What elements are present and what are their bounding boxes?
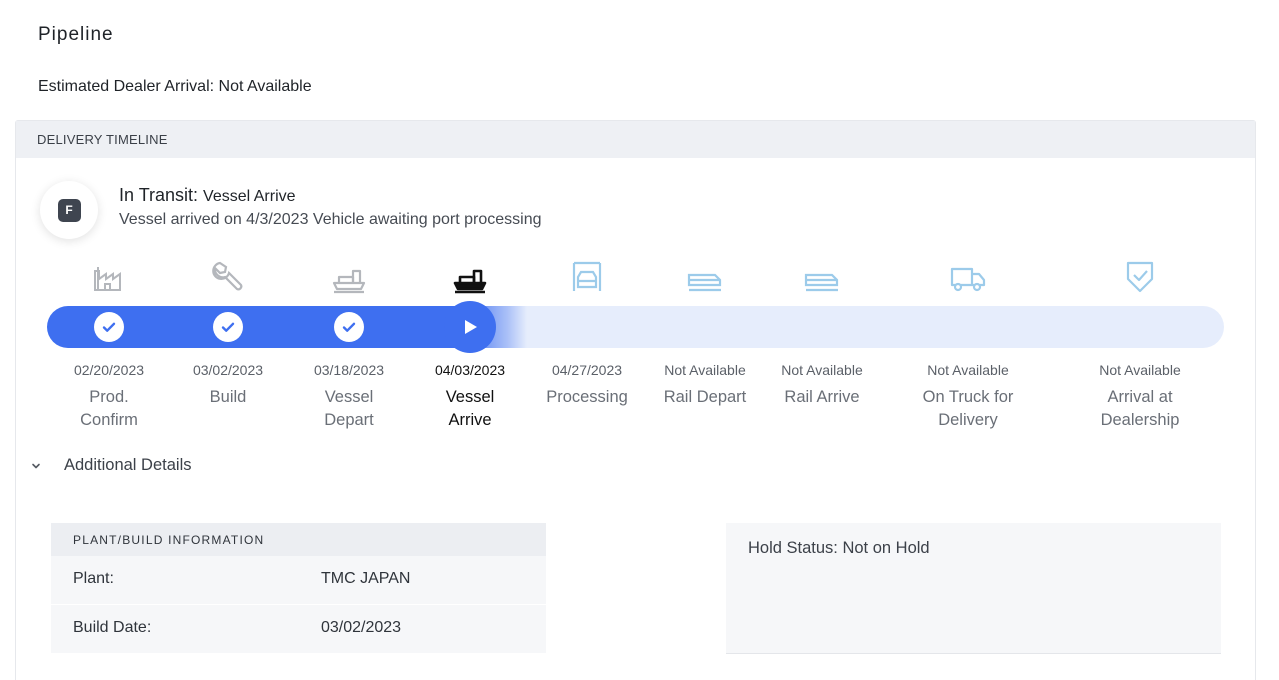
- step-prod-confirm: 02/20/2023 Prod. Confirm: [44, 362, 174, 432]
- plant-build-info-panel: PLANT/BUILD INFORMATION Plant: TMC JAPAN…: [51, 523, 546, 654]
- delivery-timeline-card: DELIVERY TIMELINE F In Transit: Vessel A…: [15, 120, 1256, 680]
- estimated-arrival: Estimated Dealer Arrival: Not Available: [38, 78, 312, 95]
- plant-key: Plant:: [73, 570, 114, 587]
- step-arrival-dealership: Not Available Arrival at Dealership: [1075, 362, 1205, 432]
- check-icon: [102, 322, 116, 332]
- step-vessel-depart: 03/18/2023 Vessel Depart: [284, 362, 414, 432]
- badge-letter: F: [57, 198, 81, 222]
- step-build: 03/02/2023 Build: [163, 362, 293, 409]
- step-complete-marker: [334, 312, 364, 342]
- hold-status-panel: Hold Status: Not on Hold: [726, 523, 1221, 654]
- ship-icon: [329, 259, 369, 295]
- play-icon: [465, 320, 477, 334]
- step-date: 04/27/2023: [551, 362, 623, 378]
- status-badge: F: [40, 181, 98, 239]
- step-rail-arrive: Not Available Rail Arrive: [757, 362, 887, 409]
- ship-icon: [450, 259, 490, 295]
- step-date: 03/02/2023: [192, 362, 264, 378]
- step-date: Not Available: [664, 362, 746, 378]
- step-date: Not Available: [781, 362, 863, 378]
- additional-details-toggle[interactable]: Additional Details: [30, 456, 192, 475]
- status-label: In Transit:: [119, 185, 199, 205]
- plant-row: Plant: TMC JAPAN: [51, 556, 546, 605]
- step-icons-row: [16, 259, 1255, 299]
- page-title: Pipeline: [38, 24, 114, 45]
- step-rail-depart: Not Available Rail Depart: [640, 362, 770, 409]
- wrench-icon: [208, 259, 248, 295]
- step-name: On Truck for Delivery: [922, 388, 1014, 429]
- status-description: Vessel arrived on 4/3/2023 Vehicle await…: [119, 211, 542, 228]
- step-on-truck: Not Available On Truck for Delivery: [903, 362, 1033, 432]
- build-date-row: Build Date: 03/02/2023: [51, 605, 546, 654]
- delivery-timeline-header: DELIVERY TIMELINE: [16, 121, 1255, 158]
- step-date: 03/18/2023: [313, 362, 385, 378]
- step-name: Build: [209, 388, 247, 406]
- factory-icon: [89, 259, 129, 295]
- check-icon: [342, 322, 356, 332]
- step-processing: 04/27/2023 Processing: [522, 362, 652, 409]
- step-complete-marker: [213, 312, 243, 342]
- step-date: Not Available: [1099, 362, 1181, 378]
- step-date: 02/20/2023: [73, 362, 145, 378]
- truck-icon: [948, 259, 988, 295]
- step-complete-marker: [94, 312, 124, 342]
- car-processing-icon: [567, 259, 607, 295]
- build-date-key: Build Date:: [73, 619, 152, 636]
- step-name: Arrival at Dealership: [1100, 388, 1180, 429]
- chevron-down-icon: [32, 463, 40, 468]
- shield-check-icon: [1120, 259, 1160, 295]
- step-name: Prod. Confirm: [80, 388, 138, 429]
- check-icon: [221, 322, 235, 332]
- step-date: Not Available: [927, 362, 1009, 378]
- train-icon: [802, 259, 842, 295]
- step-name: Processing: [546, 388, 628, 406]
- additional-details-label: Additional Details: [64, 456, 192, 474]
- step-name: Rail Depart: [663, 388, 747, 406]
- status-title: In Transit: Vessel Arrive: [119, 185, 296, 206]
- step-current-marker: [444, 301, 496, 353]
- hold-status-text: Hold Status: Not on Hold: [748, 539, 930, 557]
- train-icon: [685, 259, 725, 295]
- step-name: Rail Arrive: [784, 388, 860, 406]
- build-date-value: 03/02/2023: [321, 619, 402, 636]
- status-value: Vessel Arrive: [203, 188, 296, 205]
- plant-build-header: PLANT/BUILD INFORMATION: [51, 523, 546, 556]
- step-name: Vessel Depart: [324, 388, 374, 429]
- step-name: Vessel Arrive: [445, 388, 495, 429]
- step-vessel-arrive: 04/03/2023 Vessel Arrive: [405, 362, 535, 432]
- step-date: 04/03/2023: [434, 362, 506, 378]
- plant-value: TMC JAPAN: [321, 570, 411, 587]
